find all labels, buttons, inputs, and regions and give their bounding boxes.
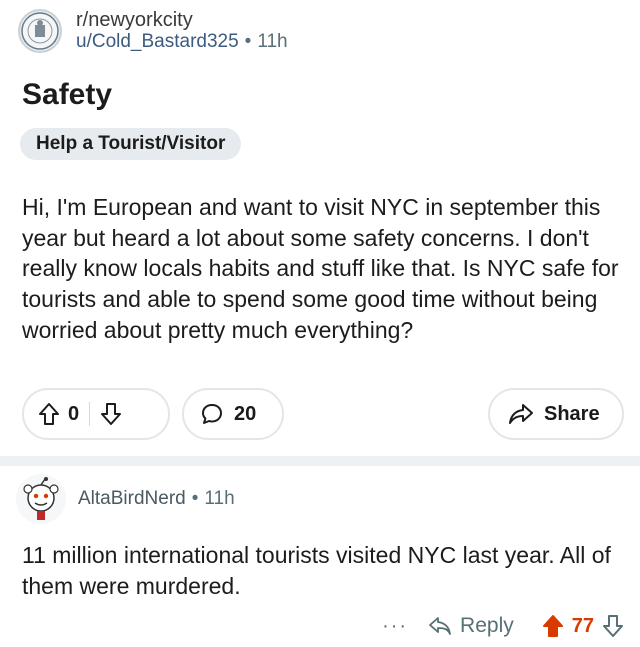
comment-count: 20 [234,402,257,425]
comment-age: 11h [204,488,235,509]
more-options-button[interactable]: ··· [382,615,408,638]
downvote-arrow-icon[interactable] [602,614,624,638]
meta-separator: • [244,31,252,52]
commenter-avatar[interactable] [16,474,66,524]
post-header: r/newyorkcity u/Cold_Bastard325 • 11h [18,6,288,56]
subreddit-name[interactable]: r/newyorkcity [76,9,288,31]
comment-body: 11 million international tourists visite… [22,542,611,599]
upvote-arrow-icon[interactable] [38,402,60,426]
comment-meta-separator: • [191,488,199,509]
comment-vote-count: 77 [571,614,594,637]
comment-meta: AltaBirdNerd • 11h [78,488,235,510]
vote-pill: 0 [22,388,170,440]
city-seal-icon [21,12,59,50]
reply-button[interactable]: Reply [428,614,514,638]
post-title[interactable]: Safety [22,78,112,112]
post-author[interactable]: u/Cold_Bastard325 [76,31,239,52]
comment-author[interactable]: AltaBirdNerd [78,488,186,509]
post-author-line: u/Cold_Bastard325 • 11h [76,31,288,53]
post-actions: 0 20 Share [22,388,624,440]
upvote-fill [542,615,563,637]
comment-vote: 77 [542,614,624,638]
reply-label: Reply [460,614,514,637]
vote-separator [89,402,91,426]
share-label: Share [544,402,600,425]
share-arrow-icon [508,403,534,425]
post-meta: r/newyorkcity u/Cold_Bastard325 • 11h [76,9,288,53]
snoo-avatar-icon [23,477,59,520]
downvote-arrow-icon[interactable] [100,402,122,426]
post-flair[interactable]: Help a Tourist/Visitor [20,128,242,160]
comment-header: AltaBirdNerd • 11h [16,470,235,528]
post-vote-count: 0 [68,402,80,425]
comment-actions: ··· Reply 77 [382,608,624,644]
subreddit-avatar[interactable] [18,9,62,53]
reply-arrow-icon [428,616,452,636]
section-divider [0,456,640,466]
upvote-arrow-icon[interactable] [542,614,564,638]
speech-bubble-icon [200,402,224,426]
comments-button[interactable]: 20 [182,388,284,440]
share-button[interactable]: Share [488,388,624,440]
post-body: Hi, I'm European and want to visit NYC i… [22,194,619,343]
post-age: 11h [257,31,288,52]
